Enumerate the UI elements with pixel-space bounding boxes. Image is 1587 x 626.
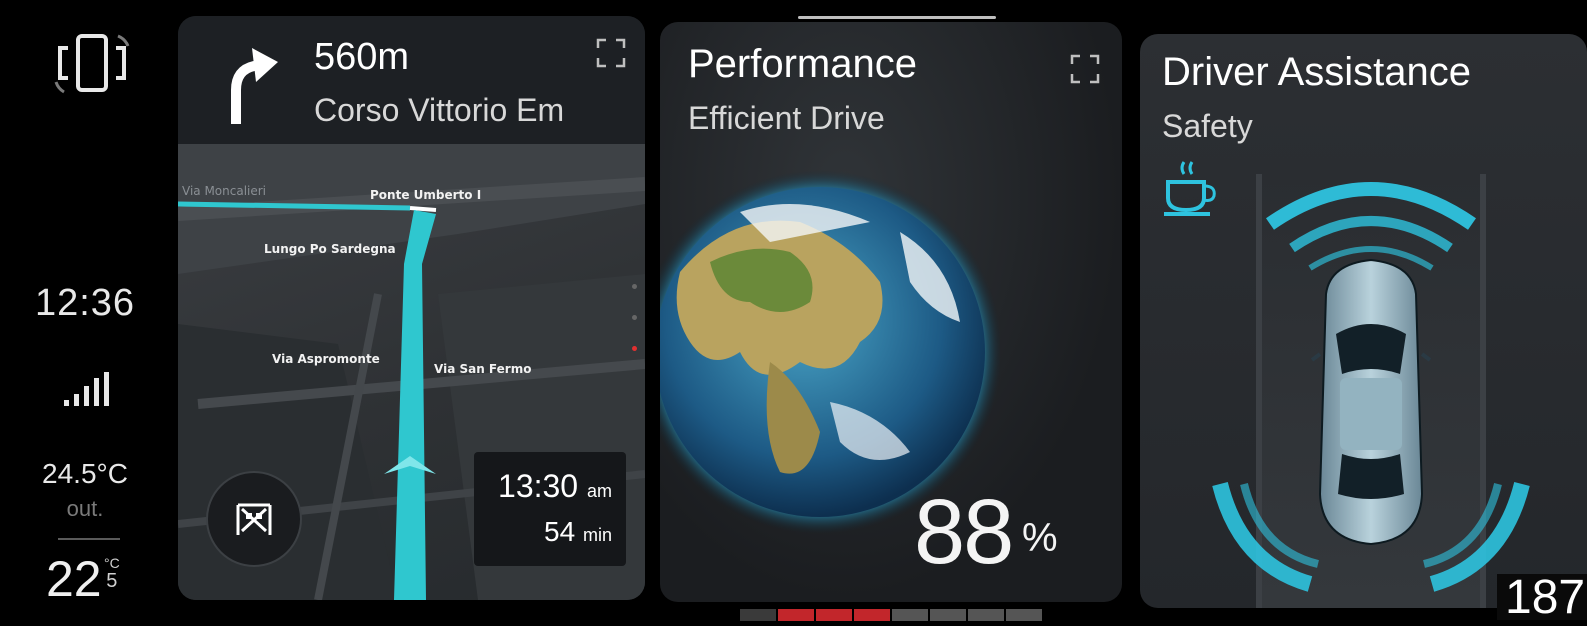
inside-temperature-decimal: 5 <box>106 570 118 592</box>
performance-title: Performance <box>688 42 917 86</box>
outside-temperature-label: out. <box>66 496 104 521</box>
navigation-header: 560m Corso Vittorio Em <box>178 16 645 144</box>
outside-temperature: 24.5°C <box>42 458 128 489</box>
performance-subtitle: Efficient Drive <box>688 100 885 136</box>
street-name: Corso Vittorio Em <box>314 92 565 128</box>
performance-percent-value: 88 <box>914 481 1014 583</box>
page-dots-nav <box>628 258 640 351</box>
destination-flag-button[interactable] <box>206 471 302 567</box>
turn-right-arrow-icon <box>220 46 280 126</box>
inside-temperature-unit: °C <box>104 555 120 571</box>
driver-assistance-subtitle: Safety <box>1162 108 1253 144</box>
signal-strength-icon <box>62 372 114 410</box>
map-label-ponte-umberto: Ponte Umberto I <box>370 188 482 202</box>
eta-panel: 13:30 am 54 min <box>474 452 626 566</box>
expand-icon[interactable] <box>1070 54 1100 84</box>
performance-percent-unit: % <box>1022 516 1058 560</box>
map-label-via-san-fermo: Via San Fermo <box>434 362 532 376</box>
checkered-flag-icon <box>236 503 272 535</box>
driver-assistance-title: Driver Assistance <box>1162 50 1471 94</box>
turn-distance: 560m <box>314 36 410 78</box>
navigation-card[interactable]: 560m Corso Vittorio Em Via Moncalieri Po… <box>178 16 645 600</box>
bottom-tab-strip[interactable] <box>740 608 1050 621</box>
status-column: 12:36 24.5°C out. 22 °C 5 <box>0 0 175 620</box>
map-label-lungo-po: Lungo Po Sardegna <box>264 242 396 256</box>
page-indicator <box>798 16 996 19</box>
map-label-via-aspromonte: Via Aspromonte <box>272 352 380 366</box>
eta-duration: 54 min <box>544 516 612 547</box>
inside-temperature[interactable]: 22 <box>46 550 102 608</box>
clock: 12:36 <box>34 282 136 324</box>
eta-time: 13:30 am <box>498 468 612 504</box>
status-divider <box>58 538 120 540</box>
inside-temperature-fraction: °C 5 <box>104 556 120 592</box>
expand-icon[interactable] <box>596 38 626 68</box>
navigation-map[interactable]: Via Moncalieri Ponte Umberto I Lungo Po … <box>178 144 645 600</box>
performance-card[interactable]: Performance Efficient Drive 88 % <box>660 22 1122 602</box>
map-label-faded: Via Moncalieri <box>182 184 267 198</box>
speed-readout: 187 <box>1497 574 1587 620</box>
speed-value: 187 <box>1505 574 1586 620</box>
driver-assistance-card[interactable]: Driver Assistance Safety <box>1140 34 1587 608</box>
parking-sensor-visual <box>1200 164 1587 608</box>
phone-mirroring-icon[interactable] <box>48 26 138 102</box>
